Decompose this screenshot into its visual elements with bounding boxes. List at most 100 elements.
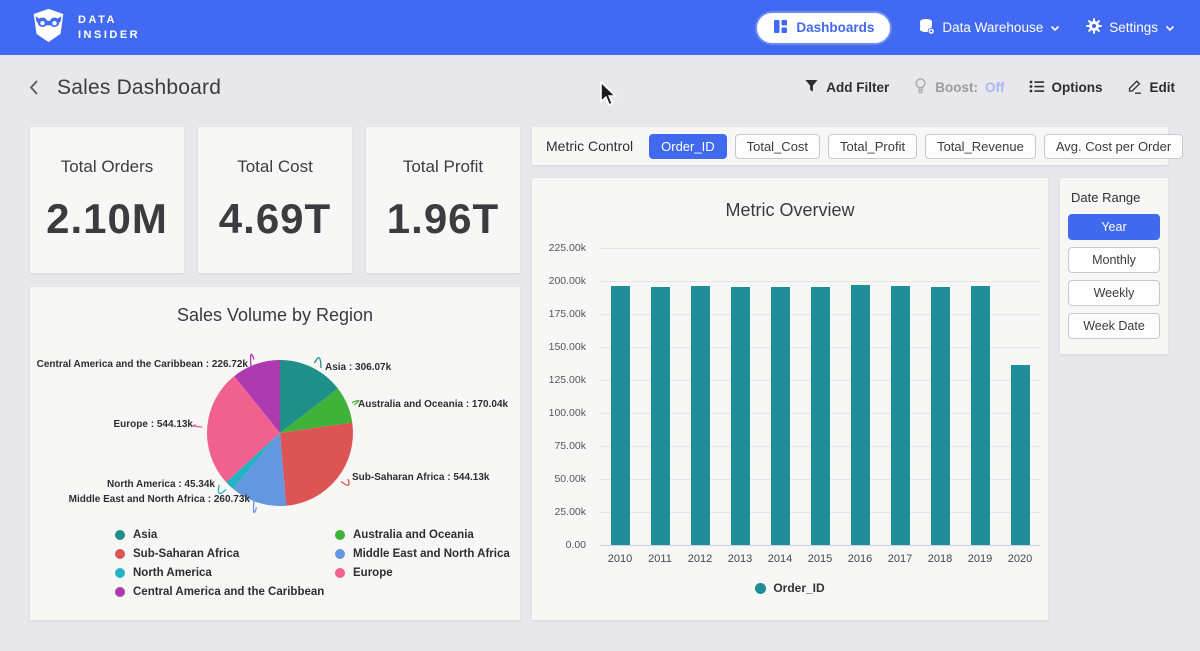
bar-2011[interactable]: [651, 287, 670, 545]
kpi-label: Total Profit: [403, 157, 483, 177]
y-tick-label: 225.00k: [532, 242, 586, 254]
legend-dot: [115, 549, 125, 559]
chevron-down-icon: [1165, 20, 1175, 35]
gear-icon: [1086, 18, 1102, 37]
kpi-label: Total Cost: [237, 157, 313, 177]
bar-plot-area: [600, 248, 1040, 545]
legend-dot: [115, 587, 125, 597]
data-warehouse-icon: [918, 18, 935, 38]
pie-leader-line: [193, 425, 202, 427]
pie-slice-label: Europe : 544.13k: [114, 419, 193, 430]
x-tick-label: 2016: [840, 553, 880, 565]
x-tick-label: 2011: [640, 553, 680, 565]
legend-item-asia[interactable]: Asia: [115, 529, 335, 541]
brand-logo[interactable]: DATA INSIDER: [30, 7, 140, 49]
bar-2020[interactable]: [1011, 365, 1030, 545]
legend-item-europe[interactable]: Europe: [335, 567, 510, 579]
date-range-weekly-button[interactable]: Weekly: [1068, 280, 1160, 306]
bar-chart-title: Metric Overview: [532, 200, 1048, 221]
bar-2012[interactable]: [691, 286, 710, 546]
date-range-week-date-button[interactable]: Week Date: [1068, 313, 1160, 339]
gridline: [600, 248, 1040, 249]
pie-slice-label: Asia : 306.07k: [325, 362, 391, 373]
date-range-label: Date Range: [1071, 190, 1160, 205]
pie-chart-card: Sales Volume by Region Central America a…: [30, 287, 520, 620]
y-tick-label: 150.00k: [532, 341, 586, 353]
boost-toggle[interactable]: Boost: Off: [913, 78, 1004, 97]
pie-leader-line: [315, 358, 321, 368]
pie-slice-label: Australia and Oceania : 170.04k: [358, 399, 508, 410]
x-tick-label: 2014: [760, 553, 800, 565]
kpi-card-total-orders: Total Orders 2.10M: [30, 127, 184, 273]
metric-chip-avg-cost-per-order[interactable]: Avg. Cost per Order: [1044, 134, 1183, 159]
pie-slice-sub-saharan-africa[interactable]: [280, 422, 353, 505]
bar-2014[interactable]: [771, 287, 790, 545]
legend-item-sub-saharan-africa[interactable]: Sub-Saharan Africa: [115, 548, 335, 560]
gridline: [600, 545, 1040, 546]
add-filter-button[interactable]: Add Filter: [804, 79, 889, 96]
date-range-monthly-button[interactable]: Monthly: [1068, 247, 1160, 273]
settings-menu[interactable]: Settings: [1086, 18, 1175, 37]
metric-chip-order-id[interactable]: Order_ID: [649, 134, 726, 159]
x-tick-label: 2015: [800, 553, 840, 565]
x-tick-label: 2020: [1000, 553, 1040, 565]
legend-dot: [335, 530, 345, 540]
metric-control-label: Metric Control: [546, 138, 633, 154]
date-range-panel: Date Range Year Monthly Weekly Week Date: [1060, 178, 1168, 354]
y-tick-label: 200.00k: [532, 275, 586, 287]
kpi-card-total-profit: Total Profit 1.96T: [366, 127, 520, 273]
brand-line1: DATA: [78, 14, 140, 27]
list-icon: [1029, 79, 1045, 97]
chevron-down-icon: [1050, 20, 1060, 35]
dashboards-button[interactable]: Dashboards: [755, 11, 892, 45]
kpi-value: 1.96T: [387, 195, 499, 243]
kpi-value: 4.69T: [219, 195, 331, 243]
bar-legend[interactable]: Order_ID: [532, 581, 1048, 595]
x-tick-label: 2012: [680, 553, 720, 565]
bar-2017[interactable]: [891, 286, 910, 545]
kpi-label: Total Orders: [61, 157, 154, 177]
bar-2016[interactable]: [851, 285, 870, 545]
y-tick-label: 75.00k: [532, 440, 586, 452]
legend-dot: [115, 530, 125, 540]
navbar: DATA INSIDER Dashboards: [0, 0, 1200, 55]
pie-leader-line: [341, 479, 349, 485]
x-tick-label: 2013: [720, 553, 760, 565]
bar-2019[interactable]: [971, 286, 990, 545]
legend-dot: [335, 549, 345, 559]
bar-2013[interactable]: [731, 287, 750, 545]
page-header: Sales Dashboard Add Filter Boost: Off: [0, 55, 1200, 120]
dashboards-icon: [773, 19, 788, 37]
legend-item-central-america-caribbean[interactable]: Central America and the Caribbean: [115, 586, 335, 598]
options-button[interactable]: Options: [1029, 79, 1103, 97]
x-tick-label: 2010: [600, 553, 640, 565]
y-axis-labels: 0.0025.00k50.00k75.00k100.00k125.00k150.…: [532, 248, 586, 545]
metric-control-bar: Metric Control Order_ID Total_Cost Total…: [532, 127, 1168, 165]
metric-chip-total-cost[interactable]: Total_Cost: [735, 134, 820, 159]
boost-icon: [913, 78, 928, 97]
bar-2018[interactable]: [931, 287, 950, 545]
pie-slice-label: Sub-Saharan Africa : 544.13k: [352, 472, 489, 483]
legend-dot: [755, 583, 766, 594]
y-tick-label: 100.00k: [532, 407, 586, 419]
y-tick-label: 25.00k: [532, 506, 586, 518]
gridline: [600, 281, 1040, 282]
date-range-year-button[interactable]: Year: [1068, 214, 1160, 240]
boost-state: Off: [985, 80, 1005, 95]
legend-item-australia-oceania[interactable]: Australia and Oceania: [335, 529, 510, 541]
pencil-icon: [1127, 78, 1143, 97]
legend-dot: [115, 568, 125, 578]
metric-chip-total-profit[interactable]: Total_Profit: [828, 134, 917, 159]
metric-chip-total-revenue[interactable]: Total_Revenue: [925, 134, 1036, 159]
x-axis-labels: 2010201120122013201420152016201720182019…: [600, 553, 1040, 567]
x-tick-label: 2017: [880, 553, 920, 565]
edit-button[interactable]: Edit: [1127, 78, 1176, 97]
bar-chart-card: Metric Overview 0.0025.00k50.00k75.00k10…: [532, 178, 1048, 620]
owl-logo-icon: [30, 7, 67, 49]
bar-2010[interactable]: [611, 286, 630, 545]
legend-item-north-america[interactable]: North America: [115, 567, 335, 579]
data-warehouse-menu[interactable]: Data Warehouse: [918, 18, 1060, 38]
legend-item-middle-east-north-africa[interactable]: Middle East and North Africa: [335, 548, 510, 560]
back-button[interactable]: [28, 79, 39, 96]
bar-2015[interactable]: [811, 287, 830, 545]
